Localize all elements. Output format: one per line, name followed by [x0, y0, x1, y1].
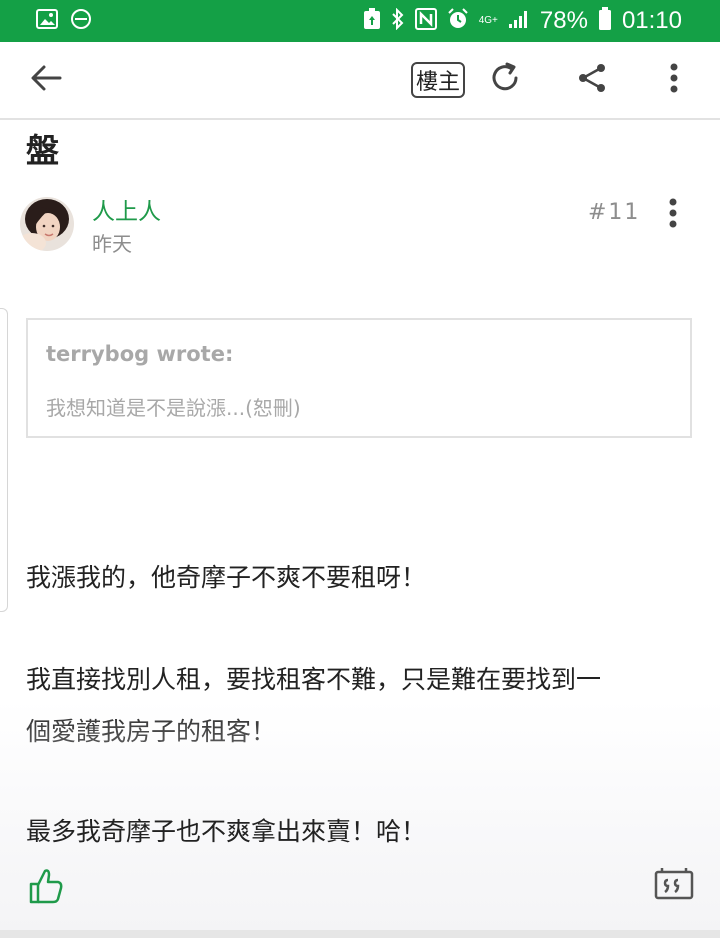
page-edge-indicator [0, 308, 8, 612]
network-type: 4G+ [478, 15, 498, 26]
back-button[interactable] [22, 54, 70, 106]
post-author[interactable]: 人上人 [92, 192, 161, 226]
quote-reply-button[interactable] [654, 866, 694, 902]
alarm-icon [447, 8, 469, 34]
nfc-icon [414, 8, 437, 34]
refresh-button[interactable] [482, 54, 530, 106]
app-toolbar: 樓主 [0, 42, 720, 120]
battery-icon [598, 7, 612, 35]
post-more-options-button[interactable] [658, 196, 688, 230]
more-vert-icon [658, 198, 688, 234]
post-timestamp: 昨天 [92, 232, 132, 256]
back-arrow-icon [30, 64, 62, 96]
share-icon [577, 62, 607, 98]
post-paragraph: 最多我奇摩子也不爽拿出來賣！哈！ [26, 817, 427, 846]
more-vert-icon [669, 62, 679, 98]
battery-percent: 78% [539, 7, 588, 34]
post-paragraph: 我直接找別人租，要找租客不難，只是難在要找到一 [26, 665, 602, 694]
post-paragraph: 我漲我的，他奇摩子不爽不要租呀！ [26, 563, 427, 592]
avatar[interactable] [20, 197, 74, 251]
do-not-disturb-icon [70, 8, 92, 34]
op-only-button[interactable]: 樓主 [408, 54, 468, 106]
quote-text: 我想知道是不是說漲...(恕刪) [46, 396, 301, 420]
post-paragraph: 個愛護我房子的租客！ [26, 717, 277, 746]
recycle-icon [363, 8, 381, 34]
thumbs-up-icon [28, 869, 64, 910]
bluetooth-icon [391, 7, 405, 34]
op-only-label: 樓主 [411, 62, 465, 98]
share-button[interactable] [568, 54, 616, 106]
quote-icon [654, 868, 694, 906]
status-bar: 4G+ 78% 01:10 [0, 0, 720, 42]
refresh-icon [489, 61, 523, 99]
bottom-divider [0, 930, 720, 938]
image-icon [36, 9, 58, 33]
like-button[interactable] [28, 866, 64, 906]
quote-author: terrybog wrote: [46, 342, 234, 366]
thread-title-fragment: 盤 [26, 131, 59, 170]
quote-block[interactable]: terrybog wrote: 我想知道是不是說漲...(恕刪) [26, 318, 692, 438]
post-floor-number: #11 [588, 200, 641, 225]
signal-icon [508, 9, 530, 33]
more-options-button[interactable] [652, 54, 696, 106]
clock: 01:10 [621, 7, 682, 34]
